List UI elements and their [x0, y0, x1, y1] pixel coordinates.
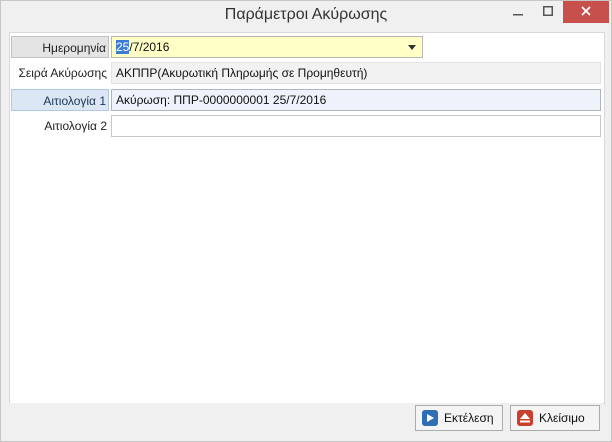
date-combobox[interactable]: 25/7/2016 — [111, 36, 423, 58]
date-label: Ημερομηνία — [11, 36, 109, 58]
play-icon — [422, 410, 438, 426]
minimize-button[interactable] — [503, 1, 533, 23]
reason1-input[interactable]: Ακύρωση: ΠΠΡ-0000000001 25/7/2016 — [111, 89, 601, 111]
date-row: Ημερομηνία 25/7/2016 — [10, 36, 604, 58]
minimize-icon — [513, 3, 523, 21]
reason1-row: Αιτιολογία 1 Ακύρωση: ΠΠΡ-0000000001 25/… — [10, 89, 604, 111]
execute-label: Εκτέλεση — [444, 411, 494, 425]
title-bar[interactable]: Παράμετροι Ακύρωσης — [1, 1, 611, 31]
maximize-icon — [543, 3, 553, 21]
series-row: Σειρά Ακύρωσης ΑΚΠΠΡ(Ακυρωτική Πληρωμής … — [10, 62, 604, 84]
series-label: Σειρά Ακύρωσης — [18, 66, 108, 80]
close-dialog-label: Κλείσιμο — [539, 411, 585, 425]
close-button[interactable] — [563, 1, 609, 23]
close-dialog-button[interactable]: Κλείσιμο — [510, 405, 600, 431]
maximize-button[interactable] — [533, 1, 563, 23]
form-area: Ημερομηνία 25/7/2016 Σειρά Ακύρωσης ΑΚΠΠ… — [9, 32, 605, 404]
reason2-label: Αιτιολογία 2 — [44, 119, 107, 133]
date-rest-text: /7/2016 — [129, 40, 170, 54]
execute-button[interactable]: Εκτέλεση — [415, 405, 503, 431]
reason1-label: Αιτιολογία 1 — [11, 89, 109, 111]
chevron-down-icon[interactable] — [406, 37, 418, 57]
reason2-row: Αιτιολογία 2 — [10, 115, 604, 137]
dialog-window: Παράμετροι Ακύρωσης Ημερομηνία 25/7/2016 — [0, 0, 612, 442]
eject-icon — [517, 410, 533, 426]
close-icon — [581, 3, 591, 21]
series-field: ΑΚΠΠΡ(Ακυρωτική Πληρωμής σε Προμηθευτή) — [111, 62, 601, 84]
button-bar: Εκτέλεση Κλείσιμο — [9, 403, 603, 435]
date-selected-text: 25 — [116, 40, 130, 54]
reason2-input[interactable] — [111, 115, 601, 137]
